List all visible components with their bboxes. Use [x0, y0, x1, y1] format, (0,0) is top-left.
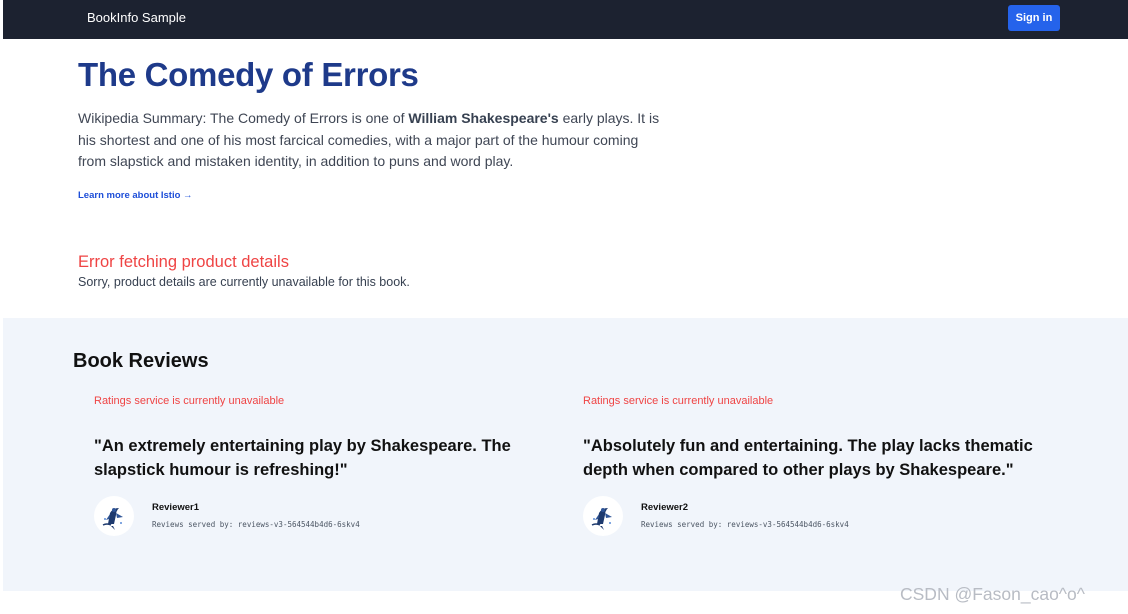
reviewer-name: Reviewer2 — [641, 502, 689, 513]
reviewer-name: Reviewer1 — [152, 502, 200, 513]
ratings-error: Ratings service is currently unavailable — [583, 395, 774, 407]
summary-prefix: Wikipedia Summary: The Comedy of Errors … — [78, 110, 409, 126]
learn-more-link[interactable]: Learn more about Istio → — [78, 190, 193, 201]
summary-author: William Shakespeare's — [408, 110, 559, 126]
top-navbar: BookInfo Sample Sign in — [3, 0, 1128, 39]
istio-sailor-icon — [94, 496, 134, 536]
page-title: The Comedy of Errors — [78, 56, 419, 93]
brand-title[interactable]: BookInfo Sample — [87, 10, 186, 25]
review-quote: "Absolutely fun and entertaining. The pl… — [583, 437, 1033, 479]
served-by-text: Reviews served by: reviews-v3-564544b4d6… — [152, 520, 360, 529]
details-error-title: Error fetching product details — [78, 253, 289, 271]
reviews-section: Book Reviews Ratings service is currentl… — [3, 318, 1128, 591]
reviews-heading: Book Reviews — [73, 350, 209, 372]
istio-sailor-icon — [583, 496, 623, 536]
ratings-error: Ratings service is currently unavailable — [94, 395, 285, 407]
book-summary: Wikipedia Summary: The Comedy of Errors … — [78, 108, 668, 173]
details-error-text: Sorry, product details are currently una… — [78, 275, 410, 289]
reviewer-row: Reviewer2 Reviews served by: reviews-v3-… — [583, 496, 1043, 540]
review-quote: "An extremely entertaining play by Shake… — [94, 437, 511, 479]
served-by-text: Reviews served by: reviews-v3-564544b4d6… — [641, 520, 849, 529]
sign-in-button[interactable]: Sign in — [1008, 5, 1060, 31]
review-card: Ratings service is currently unavailable… — [583, 395, 1043, 540]
review-card: Ratings service is currently unavailable… — [94, 395, 554, 540]
watermark: CSDN @Fason_cao^o^ — [900, 584, 1085, 604]
reviewer-row: Reviewer1 Reviews served by: reviews-v3-… — [94, 496, 554, 540]
